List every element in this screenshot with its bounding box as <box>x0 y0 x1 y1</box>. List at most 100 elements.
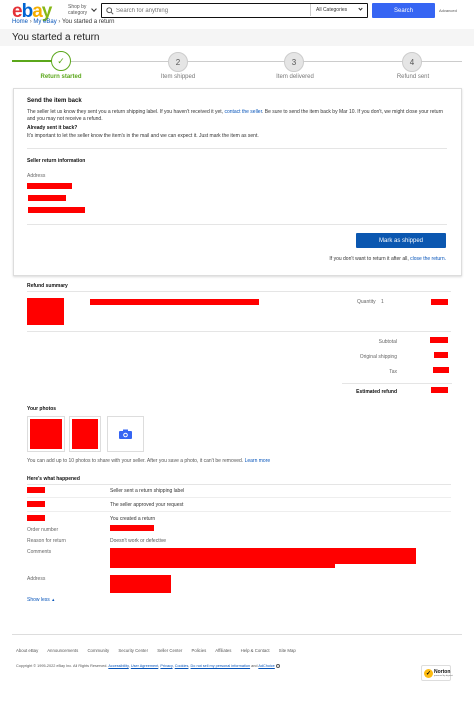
footer-link-policies[interactable]: Policies <box>192 648 207 653</box>
step-4-circle: 4 <box>402 52 422 72</box>
send-back-heading: Send the item back <box>27 98 82 104</box>
footer-link-about[interactable]: About eBay <box>16 648 38 653</box>
redacted-item-title <box>90 299 259 305</box>
category-select-value: All Categories <box>316 7 348 13</box>
photos-heading: Your photos <box>27 406 57 412</box>
shop-by-line2: category <box>68 10 88 16</box>
history-event-3: You created a return <box>110 516 156 522</box>
redacted-estimated-refund <box>431 387 448 393</box>
refund-summary-heading: Refund summary <box>27 283 68 289</box>
footer-link-community[interactable]: Community <box>87 648 109 653</box>
photo-tile-2[interactable] <box>69 416 101 452</box>
redacted-tax <box>433 367 449 373</box>
redacted-seller-street <box>28 195 66 201</box>
seller-info-heading: Seller return information <box>27 158 86 164</box>
redacted-history-address <box>110 575 171 593</box>
breadcrumb-home[interactable]: Home <box>12 19 28 25</box>
show-less-link[interactable]: Show less ▲ <box>27 597 55 603</box>
already-sent-body: It's important to let the seller know th… <box>27 133 259 139</box>
search-icon <box>106 7 114 15</box>
close-return-link[interactable]: close the return. <box>410 256 446 262</box>
footer-link-security-center[interactable]: Security Center <box>118 648 148 653</box>
divider <box>27 224 447 225</box>
redacted-item-price <box>431 299 448 305</box>
step-2-circle: 2 <box>168 52 188 72</box>
mark-as-shipped-button[interactable]: Mark as shipped <box>356 233 446 248</box>
adchoice-icon <box>275 664 280 668</box>
camera-icon <box>119 429 132 439</box>
send-back-text-1: The seller let us know they sent you a r… <box>27 109 224 115</box>
redacted-photo-1 <box>30 419 62 449</box>
send-back-body: The seller let us know they sent you a r… <box>27 109 445 123</box>
reason-label: Reason for return <box>27 538 66 544</box>
footer-link-help-contact[interactable]: Help & Contact <box>241 648 270 653</box>
subtotal-label: Subtotal <box>378 339 397 345</box>
redacted-event-date-2 <box>27 501 45 507</box>
search-input[interactable] <box>116 5 306 16</box>
breadcrumb-separator: › <box>58 19 61 25</box>
category-chevron-icon <box>358 6 363 11</box>
order-number-label: Order number <box>27 527 59 533</box>
divider <box>27 331 451 332</box>
photos-note: You can add up to 10 photos to share wit… <box>27 458 270 464</box>
footer-link-seller-center[interactable]: Seller Center <box>157 648 182 653</box>
reason-value: Doesn't work or defective <box>110 538 166 544</box>
learn-more-link[interactable]: Learn more <box>245 458 271 464</box>
chevron-down-icon <box>91 6 97 12</box>
progress-track <box>12 61 462 62</box>
legal-link-accessibility[interactable]: Accessibility <box>108 664 128 668</box>
search-bar: All Categories <box>101 3 368 18</box>
dont-return-text: If you don't want to return it after all… <box>329 256 409 262</box>
footer-link-announcements[interactable]: Announcements <box>47 648 78 653</box>
contact-seller-link[interactable]: contact the seller <box>224 109 262 115</box>
search-button[interactable]: Search <box>372 3 435 18</box>
step-3-number: 3 <box>291 57 297 67</box>
divider <box>27 291 451 292</box>
history-event-1: Seller sent a return shipping label <box>110 488 185 494</box>
legal-link-user-agreement[interactable]: User Agreement <box>131 664 158 668</box>
footer-link-site-map[interactable]: Site Map <box>279 648 296 653</box>
category-select[interactable]: All Categories <box>310 4 366 16</box>
copyright-text: Copyright © 1995-2022 eBay Inc. All Righ… <box>16 664 108 668</box>
redacted-event-date-1 <box>27 487 45 493</box>
redacted-event-date-3 <box>27 515 45 521</box>
chevron-up-icon: ▲ <box>51 597 56 602</box>
divider <box>27 497 451 498</box>
step-2-number: 2 <box>175 57 181 67</box>
breadcrumb-current: You started a return <box>61 19 115 25</box>
step-4-label: Refund sent <box>396 74 430 80</box>
history-heading: Here's what happened <box>27 476 80 482</box>
legal-link-cookies[interactable]: Cookies <box>175 664 189 668</box>
legal-link-privacy[interactable]: Privacy <box>160 664 172 668</box>
address-label: Address <box>27 173 46 179</box>
step-3-label: Item delivered <box>276 74 314 80</box>
advanced-search-link[interactable]: Advanced <box>439 8 457 13</box>
redacted-seller-city <box>28 207 85 213</box>
step-1-check-icon: ✓ <box>51 51 71 71</box>
close-return-text: If you don't want to return it after all… <box>324 256 446 262</box>
footer-links: About eBay Announcements Community Secur… <box>16 648 296 653</box>
page-title: You started a return <box>12 32 100 43</box>
tax-label: Tax <box>389 369 397 375</box>
photos-note-text: You can add up to 10 photos to share wit… <box>27 458 244 464</box>
redacted-shipping <box>434 352 448 358</box>
legal-link-adchoice[interactable]: AdChoice <box>258 664 274 668</box>
show-less-label: Show less <box>27 597 50 603</box>
norton-badge[interactable]: ✓ Norton powered by digicert <box>421 665 453 681</box>
legal-link-do-not-sell[interactable]: Do not sell my personal information <box>191 664 251 668</box>
redacted-order-number <box>110 525 154 531</box>
breadcrumb-my-ebay[interactable]: My eBay <box>33 19 56 25</box>
add-photo-button[interactable] <box>107 416 144 452</box>
norton-sub: powered by digicert <box>434 675 453 677</box>
footer-link-affiliates[interactable]: Affiliates <box>215 648 231 653</box>
breadcrumb: Home › My eBay › You started a return <box>12 19 114 25</box>
photo-tile-1[interactable] <box>27 416 65 452</box>
shop-by-category[interactable]: Shop by category <box>68 4 87 16</box>
redacted-seller-name <box>27 183 72 189</box>
step-4-number: 4 <box>409 57 415 67</box>
original-shipping-label: Original shipping <box>359 354 397 360</box>
step-1-label: Return started <box>40 74 82 80</box>
comments-label: Comments <box>27 549 52 555</box>
redacted-comments-2 <box>110 564 335 568</box>
page-title-bar: You started a return <box>0 29 474 46</box>
